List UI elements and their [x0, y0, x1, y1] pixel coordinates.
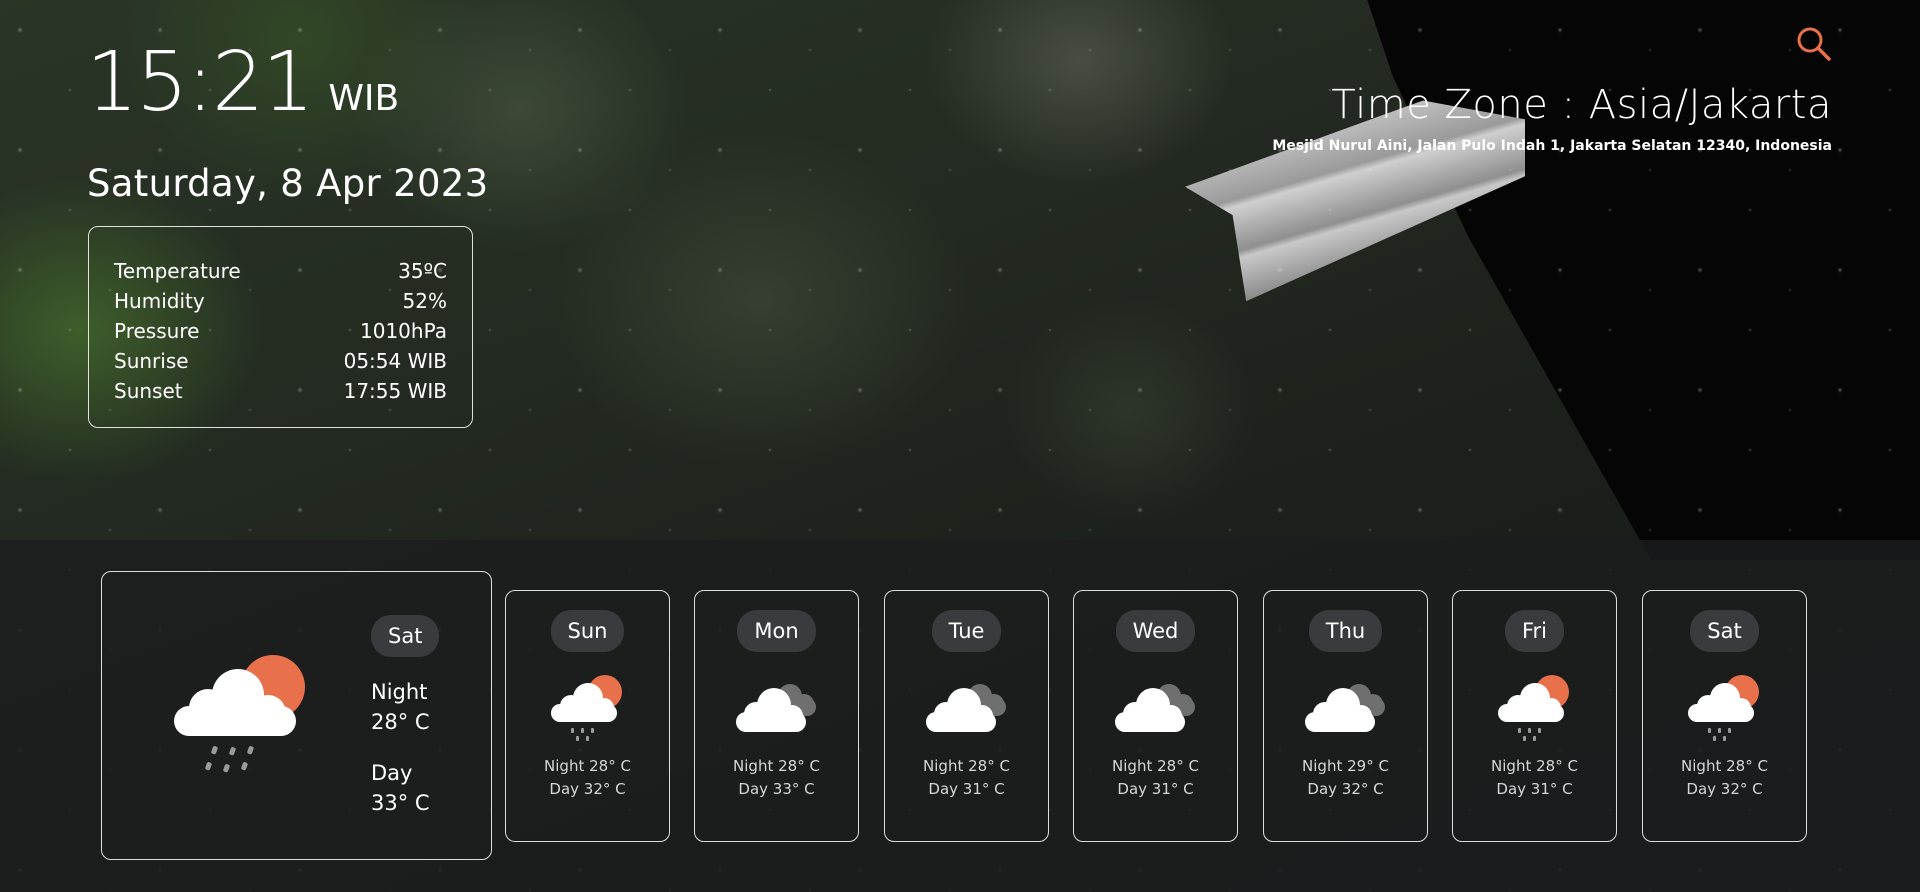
- day-pill: Sat: [371, 615, 440, 657]
- weather-stats-panel: Temperature 35ºC Humidity 52% Pressure 1…: [88, 226, 473, 428]
- clouds-icon: [732, 670, 822, 750]
- stat-value: 1010hPa: [360, 319, 447, 343]
- search-icon: [1797, 27, 1831, 61]
- forecast-card-wed[interactable]: Wed Night 28° C Day 31° C: [1073, 590, 1238, 842]
- day-temp: Day 32° C: [1307, 780, 1384, 798]
- clouds-icon: [1111, 670, 1201, 750]
- stat-label: Sunrise: [114, 349, 189, 373]
- day-temp: Day 31° C: [928, 780, 1005, 798]
- stat-label: Temperature: [114, 259, 241, 283]
- clouds-icon: [1301, 670, 1391, 750]
- forecast-temps: Night 28° C Day 31° C: [885, 755, 1048, 801]
- night-temp: Night 29° C: [1302, 757, 1389, 775]
- night-temp: Night 28° C: [733, 757, 820, 775]
- night-temp: Night 28° C: [1112, 757, 1199, 775]
- sun-cloud-rain-icon: [1490, 670, 1580, 750]
- stat-value: 05:54 WIB: [343, 349, 447, 373]
- day-pill: Thu: [1308, 610, 1383, 652]
- stat-row-humidity: Humidity 52%: [114, 286, 447, 316]
- day-pill: Sun: [550, 610, 625, 652]
- stat-row-temperature: Temperature 35ºC: [114, 256, 447, 286]
- day-label: Day: [371, 761, 413, 785]
- forecast-temps: Night 29° C Day 32° C: [1264, 755, 1427, 801]
- sun-cloud-rain-icon: [543, 670, 633, 750]
- forecast-card-fri[interactable]: Fri Night 28° C Day 31° C: [1452, 590, 1617, 842]
- day-temp: Day 33° C: [738, 780, 815, 798]
- stat-label: Pressure: [114, 319, 200, 343]
- night-temp: Night 28° C: [1491, 757, 1578, 775]
- day-temp: Day 32° C: [1686, 780, 1763, 798]
- day-pill: Tue: [931, 610, 1002, 652]
- today-forecast-info: Sat Night 28° C Day 33° C: [371, 615, 481, 818]
- stat-row-sunrise: Sunrise 05:54 WIB: [114, 346, 447, 376]
- day-pill: Sat: [1690, 610, 1759, 652]
- stat-row-sunset: Sunset 17:55 WIB: [114, 376, 447, 406]
- day-temp: Day 31° C: [1496, 780, 1573, 798]
- night-temp: Night 28° C: [923, 757, 1010, 775]
- sun-cloud-rain-icon: [1680, 670, 1770, 750]
- search-button[interactable]: [1796, 26, 1832, 62]
- stat-label: Humidity: [114, 289, 205, 313]
- forecast-temps: Night 28° C Day 33° C: [695, 755, 858, 801]
- day-pill: Fri: [1504, 610, 1565, 652]
- day-temp: 33° C: [371, 791, 430, 815]
- forecast-temps: Night 28° C Day 31° C: [1453, 755, 1616, 801]
- stat-row-pressure: Pressure 1010hPa: [114, 316, 447, 346]
- night-temp: Night 28° C: [544, 757, 631, 775]
- night-label: Night: [371, 680, 428, 704]
- day-temp: Day 32° C: [549, 780, 626, 798]
- current-time: 15:21: [86, 35, 314, 130]
- clock: 15:21 WIB: [86, 42, 399, 124]
- forecast-card-sat[interactable]: Sat Night 28° C Day 32° C: [1642, 590, 1807, 842]
- timezone-label: Time Zone : Asia/Jakarta: [1331, 82, 1832, 128]
- day-pill: Mon: [737, 610, 816, 652]
- stat-value: 17:55 WIB: [343, 379, 447, 403]
- stat-value: 35ºC: [398, 259, 447, 283]
- current-date: Saturday, 8 Apr 2023: [87, 162, 489, 205]
- forecast-card-thu[interactable]: Thu Night 29° C Day 32° C: [1263, 590, 1428, 842]
- time-zone-abbr: WIB: [328, 78, 400, 119]
- day-pill: Wed: [1115, 610, 1196, 652]
- forecast-card-tue[interactable]: Tue Night 28° C Day 31° C: [884, 590, 1049, 842]
- forecast-card-sun[interactable]: Sun Night 28° C Day 32° C: [505, 590, 670, 842]
- night-temp: 28° C: [371, 710, 430, 734]
- day-temp: Day 31° C: [1117, 780, 1194, 798]
- forecast-temps: Night 28° C Day 32° C: [1643, 755, 1806, 801]
- today-forecast-card[interactable]: Sat Night 28° C Day 33° C: [101, 571, 492, 860]
- location-address: Mesjid Nurul Aini, Jalan Pulo Indah 1, J…: [1272, 138, 1832, 154]
- clouds-icon: [922, 670, 1012, 750]
- stat-label: Sunset: [114, 379, 183, 403]
- stat-value: 52%: [402, 289, 447, 313]
- night-temp: Night 28° C: [1681, 757, 1768, 775]
- forecast-temps: Night 28° C Day 32° C: [506, 755, 669, 801]
- forecast-temps: Night 28° C Day 31° C: [1074, 755, 1237, 801]
- forecast-card-mon[interactable]: Mon Night 28° C Day 33° C: [694, 590, 859, 842]
- sun-cloud-rain-icon: [174, 650, 314, 780]
